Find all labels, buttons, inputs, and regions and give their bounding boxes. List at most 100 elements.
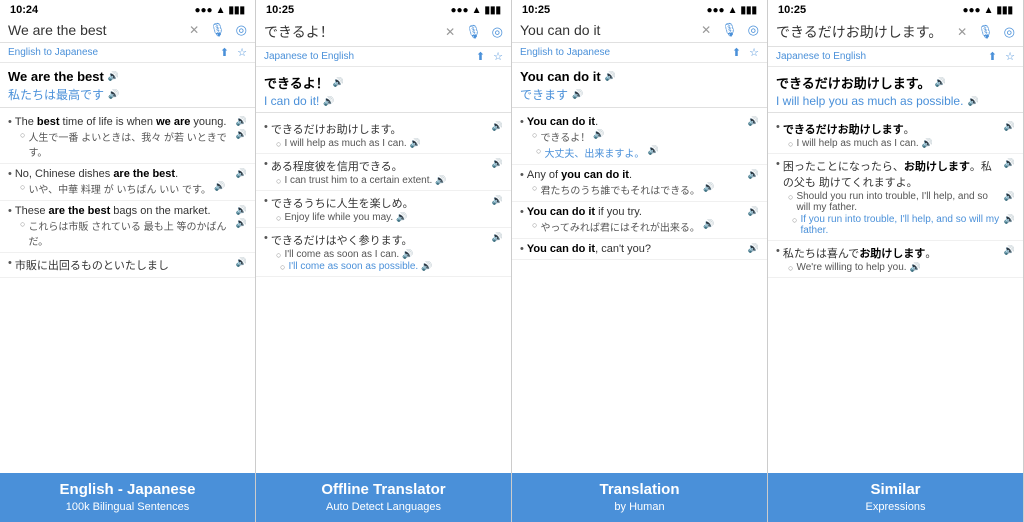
example-jp: ○できるよ！🔊 bbox=[520, 129, 759, 144]
bottom-banner[interactable]: English - Japanese100k Bilingual Sentenc… bbox=[0, 473, 255, 522]
speaker-icon[interactable]: 🔊 bbox=[396, 212, 407, 223]
banner-main-text: Similar bbox=[774, 481, 1017, 499]
input-text[interactable]: You can do it bbox=[520, 22, 701, 38]
clear-icon[interactable]: ✕ bbox=[189, 23, 199, 37]
star-icon[interactable]: ☆ bbox=[1005, 50, 1015, 63]
bullet: • bbox=[264, 121, 268, 133]
example-en: •These are the best bags on the market.🔊 bbox=[8, 205, 247, 217]
lang-label: Japanese to English bbox=[264, 51, 354, 62]
source-text: You can do it🔊 bbox=[520, 69, 759, 84]
speaker-icon[interactable]: 🔊 bbox=[333, 77, 344, 88]
phone-panel-panel4: 10:25 ●●● ▲ ▮▮▮ できるだけお助けします。 ✕ 🎙 ◎ Japan… bbox=[768, 0, 1024, 522]
mic-icon[interactable]: 🎙 bbox=[721, 22, 738, 38]
speaker-icon[interactable]: 🔊 bbox=[410, 138, 421, 149]
speaker-icon[interactable]: 🔊 bbox=[572, 89, 583, 100]
bottom-banner[interactable]: Offline TranslatorAuto Detect Languages bbox=[256, 473, 511, 522]
speaker-icon[interactable]: 🔊 bbox=[748, 116, 759, 127]
share-icon[interactable]: ⬆ bbox=[988, 50, 997, 63]
circle-bullet: ○ bbox=[788, 139, 793, 149]
example-item: •市販に出回るものといたしまし🔊 bbox=[0, 253, 255, 278]
speaker-icon[interactable]: 🔊 bbox=[402, 249, 413, 260]
speaker-icon[interactable]: 🔊 bbox=[492, 121, 503, 132]
sub-example: ○If you run into trouble, I'll help, and… bbox=[776, 214, 1015, 236]
mic-icon[interactable]: 🎙 bbox=[977, 24, 994, 40]
clear-icon[interactable]: ✕ bbox=[701, 23, 711, 37]
banner-sub-text: by Human bbox=[518, 500, 761, 514]
bullet: • bbox=[264, 232, 268, 244]
speaker-icon[interactable]: 🔊 bbox=[108, 71, 119, 82]
speaker-icon[interactable]: 🔊 bbox=[748, 243, 759, 254]
bottom-banner[interactable]: Translationby Human bbox=[512, 473, 767, 522]
status-time: 10:24 bbox=[10, 4, 38, 16]
star-icon[interactable]: ☆ bbox=[493, 50, 503, 63]
example-item: •できるうちに人生を楽しめ。🔊○Enjoy life while you may… bbox=[256, 191, 511, 228]
speaker-icon[interactable]: 🔊 bbox=[236, 129, 247, 140]
speaker-icon[interactable]: 🔊 bbox=[934, 77, 945, 88]
mic-icon[interactable]: 🎙 bbox=[209, 22, 226, 38]
speaker-icon[interactable]: 🔊 bbox=[748, 206, 759, 217]
speaker-icon[interactable]: 🔊 bbox=[703, 182, 714, 193]
speaker-icon[interactable]: 🔊 bbox=[605, 71, 616, 82]
bottom-banner[interactable]: SimilarExpressions bbox=[768, 473, 1023, 522]
speaker-icon[interactable]: 🔊 bbox=[593, 129, 604, 140]
example-jp: ○Enjoy life while you may.🔊 bbox=[264, 212, 503, 223]
speaker-icon[interactable]: 🔊 bbox=[1004, 121, 1015, 132]
input-text[interactable]: We are the best bbox=[8, 22, 189, 38]
listen-icon[interactable]: ◎ bbox=[1004, 24, 1015, 40]
speaker-icon[interactable]: 🔊 bbox=[214, 181, 225, 192]
speaker-icon[interactable]: 🔊 bbox=[1004, 191, 1015, 202]
speaker-icon[interactable]: 🔊 bbox=[492, 232, 503, 243]
lang-bar: Japanese to English ⬆ ☆ bbox=[768, 47, 1023, 67]
speaker-icon[interactable]: 🔊 bbox=[421, 261, 432, 272]
listen-icon[interactable]: ◎ bbox=[236, 22, 247, 38]
status-bar: 10:24 ●●● ▲ ▮▮▮ bbox=[0, 0, 255, 18]
speaker-icon[interactable]: 🔊 bbox=[910, 262, 921, 273]
speaker-icon[interactable]: 🔊 bbox=[108, 89, 119, 100]
speaker-icon[interactable]: 🔊 bbox=[236, 168, 247, 179]
example-jp-text: I will help as much as I can. bbox=[284, 138, 406, 149]
speaker-icon[interactable]: 🔊 bbox=[236, 205, 247, 216]
input-text[interactable]: できるよ！ bbox=[264, 22, 445, 42]
example-jp-text: これらは市販 されている 最も上 等のかばんだ。 bbox=[28, 218, 232, 248]
share-icon[interactable]: ⬆ bbox=[220, 46, 229, 59]
lang-label: English to Japanese bbox=[520, 47, 610, 58]
share-icon[interactable]: ⬆ bbox=[476, 50, 485, 63]
speaker-icon[interactable]: 🔊 bbox=[1004, 245, 1015, 256]
speaker-icon[interactable]: 🔊 bbox=[703, 219, 714, 230]
clear-icon[interactable]: ✕ bbox=[957, 25, 967, 39]
example-jp: ○これらは市販 されている 最も上 等のかばんだ。🔊 bbox=[8, 218, 247, 248]
example-jp-text: やってみれば君にはそれが出来る。 bbox=[540, 219, 700, 234]
speaker-icon[interactable]: 🔊 bbox=[323, 96, 334, 107]
circle-bullet: ○ bbox=[532, 183, 537, 193]
speaker-icon[interactable]: 🔊 bbox=[492, 158, 503, 169]
speaker-icon[interactable]: 🔊 bbox=[922, 138, 933, 149]
speaker-icon[interactable]: 🔊 bbox=[435, 175, 446, 186]
speaker-icon[interactable]: 🔊 bbox=[492, 195, 503, 206]
clear-icon[interactable]: ✕ bbox=[445, 25, 455, 39]
speaker-icon[interactable]: 🔊 bbox=[236, 218, 247, 229]
star-icon[interactable]: ☆ bbox=[749, 46, 759, 59]
example-jp: ○We're willing to help you.🔊 bbox=[776, 262, 1015, 273]
example-en-text: できるうちに人生を楽しめ。 bbox=[271, 195, 489, 211]
speaker-icon[interactable]: 🔊 bbox=[1004, 158, 1015, 169]
speaker-icon[interactable]: 🔊 bbox=[967, 96, 978, 107]
listen-icon[interactable]: ◎ bbox=[748, 22, 759, 38]
example-en-text: できるだけはやく参ります。 bbox=[271, 232, 489, 248]
listen-icon[interactable]: ◎ bbox=[492, 24, 503, 40]
mic-icon[interactable]: 🎙 bbox=[465, 24, 482, 40]
example-en-text: Any of you can do it. bbox=[527, 169, 745, 181]
example-item: •The best time of life is when we are yo… bbox=[0, 112, 255, 164]
example-jp-text: I will help as much as I can. bbox=[796, 138, 918, 149]
example-en-text: You can do it, can't you? bbox=[527, 243, 745, 255]
battery-icon: ▮▮▮ bbox=[996, 5, 1013, 16]
share-icon[interactable]: ⬆ bbox=[732, 46, 741, 59]
speaker-icon[interactable]: 🔊 bbox=[1004, 214, 1015, 225]
star-icon[interactable]: ☆ bbox=[237, 46, 247, 59]
input-text[interactable]: できるだけお助けします。 bbox=[776, 22, 957, 42]
example-jp: ○I'll come as soon as I can.🔊 bbox=[264, 249, 503, 260]
speaker-icon[interactable]: 🔊 bbox=[236, 116, 247, 127]
speaker-icon[interactable]: 🔊 bbox=[748, 169, 759, 180]
speaker-icon[interactable]: 🔊 bbox=[236, 257, 247, 268]
bullet: • bbox=[776, 158, 780, 170]
speaker-icon[interactable]: 🔊 bbox=[647, 145, 658, 156]
